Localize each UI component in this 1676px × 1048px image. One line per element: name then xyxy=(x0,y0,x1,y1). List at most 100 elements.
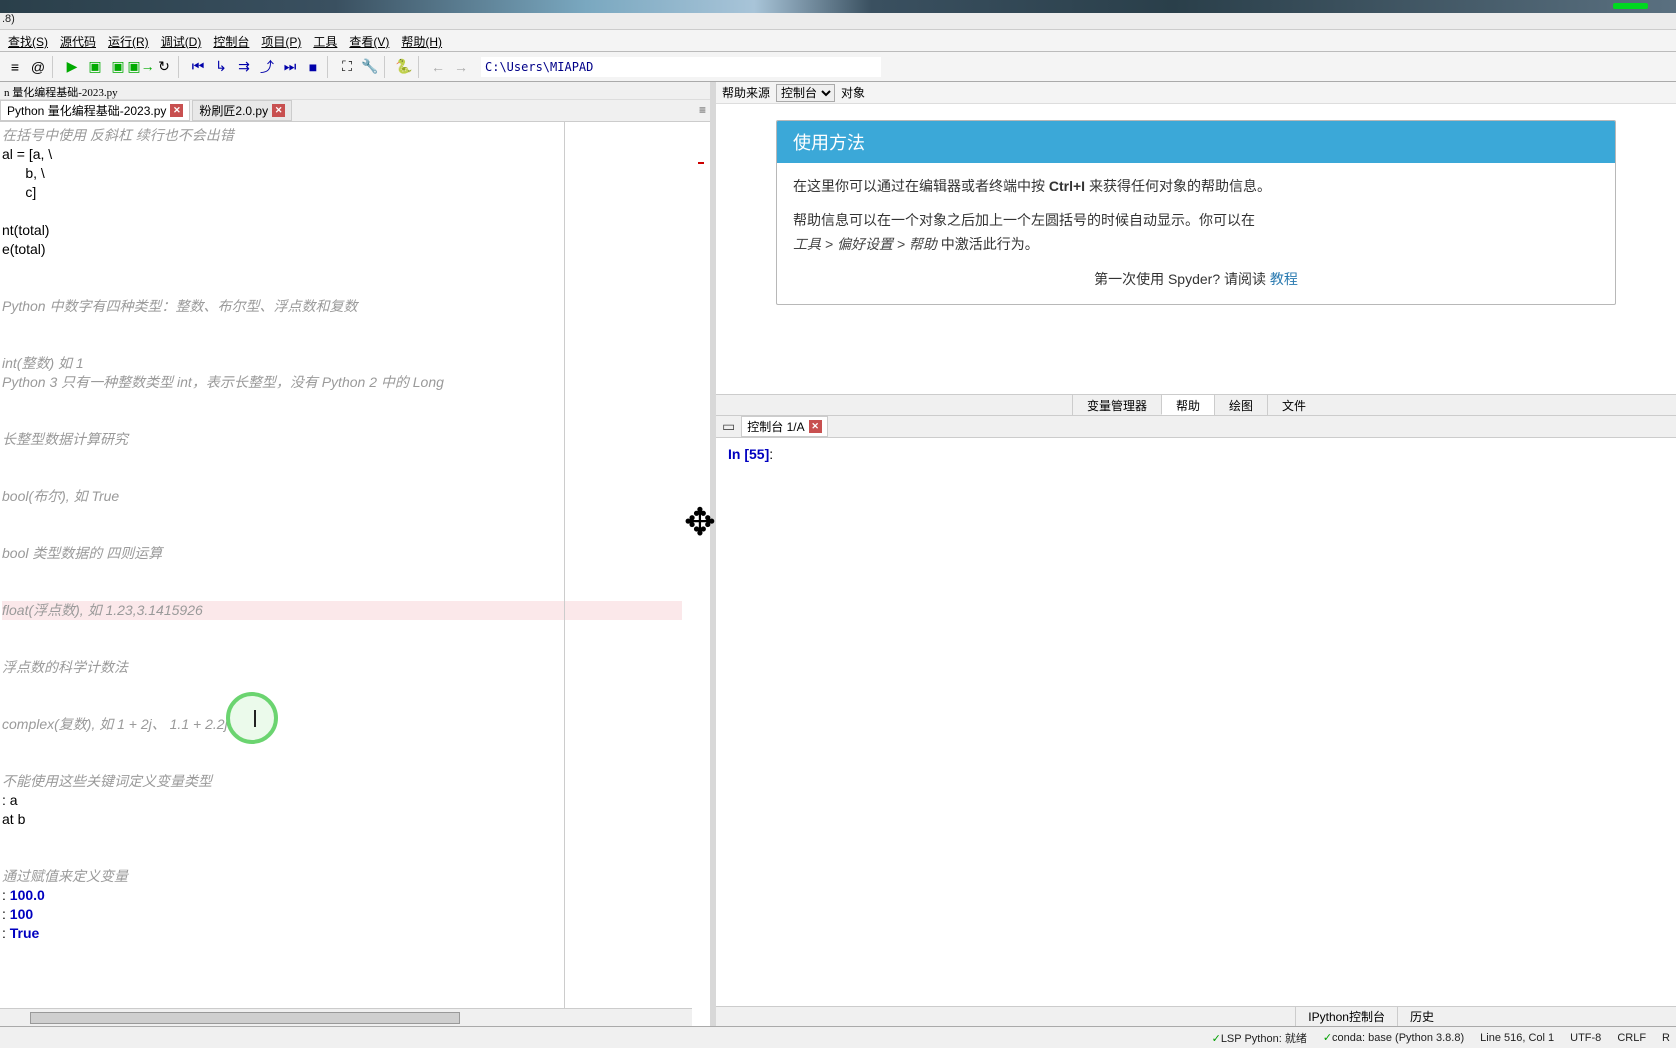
code-line xyxy=(2,753,708,772)
new-console-icon[interactable]: ▭ xyxy=(722,418,735,435)
progress-indicator xyxy=(1613,3,1648,9)
maximize-icon[interactable]: ⛶ xyxy=(336,56,358,78)
rerun-icon[interactable]: ↻ xyxy=(153,56,175,78)
window-chrome-top xyxy=(0,0,1676,13)
run-file-icon[interactable]: ▶ xyxy=(61,56,83,78)
code-line xyxy=(2,563,708,582)
help-pane-tab[interactable]: 帮助 xyxy=(1161,395,1214,415)
status-eol: CRLF xyxy=(1617,1032,1646,1044)
editor-edge-guide xyxy=(564,122,568,1026)
help-card-title: 使用方法 xyxy=(777,121,1615,163)
code-line xyxy=(2,259,708,278)
editor-tab-active[interactable]: Python 量化编程基础-2023.py ✕ xyxy=(0,100,190,121)
debug-continue-icon[interactable]: ⏭ xyxy=(279,56,301,78)
status-conda: ✓conda: base (Python 3.8.8) xyxy=(1323,1031,1464,1044)
editor-tab-label: 粉刷匠2.0.py xyxy=(199,102,268,119)
horizontal-scrollbar[interactable] xyxy=(0,1008,692,1026)
close-icon[interactable]: ✕ xyxy=(809,420,822,433)
code-line xyxy=(2,335,708,354)
code-line: 不能使用这些关键词定义变量类型 xyxy=(2,772,708,791)
code-line: : 100.0 xyxy=(2,886,708,905)
help-pane-tab[interactable]: 文件 xyxy=(1267,395,1320,415)
code-line xyxy=(2,848,708,867)
help-source-label: 帮助来源 xyxy=(722,84,770,101)
scrollbar-thumb[interactable] xyxy=(30,1012,460,1024)
tabs-menu-icon[interactable]: ≡ xyxy=(699,103,706,117)
console-tab[interactable]: 控制台 1/A ✕ xyxy=(741,416,827,437)
menu-item[interactable]: 运行(R) xyxy=(102,30,155,51)
right-pane: 帮助来源 控制台 对象 使用方法 在这里你可以通过在编辑器或者终端中按 Ctrl… xyxy=(716,82,1676,1026)
code-line: 浮点数的科学计数法 xyxy=(2,658,708,677)
help-pane-tab[interactable]: 绘图 xyxy=(1214,395,1267,415)
run-current-cell-icon[interactable]: ▣ xyxy=(84,56,106,78)
help-object-label: 对象 xyxy=(841,84,865,101)
breadcrumb: n 量化编程基础-2023.py xyxy=(0,82,710,100)
code-line: 通过赋值来定义变量 xyxy=(2,867,708,886)
run-selection-icon[interactable]: ▣→ xyxy=(130,56,152,78)
menu-item[interactable]: 项目(P) xyxy=(255,30,307,51)
code-line: complex(复数), 如 1 + 2j、 1.1 + 2.2j xyxy=(2,715,708,734)
menu-item[interactable]: 查找(S) xyxy=(2,30,54,51)
status-lsp: ✓LSP Python: 就绪 xyxy=(1212,1030,1307,1046)
console-tabs: ▭ 控制台 1/A ✕ xyxy=(716,416,1676,438)
close-icon[interactable]: ✕ xyxy=(170,104,183,117)
menu-item[interactable]: 帮助(H) xyxy=(395,30,448,51)
code-line: : a xyxy=(2,791,708,810)
close-icon[interactable]: ✕ xyxy=(272,104,285,117)
working-dir-input[interactable] xyxy=(481,57,881,77)
code-line xyxy=(2,620,708,639)
help-source-select[interactable]: 控制台 xyxy=(776,84,835,102)
outline-icon[interactable]: ≡ xyxy=(4,56,26,78)
editor-tabs: Python 量化编程基础-2023.py ✕ 粉刷匠2.0.py ✕ ≡ xyxy=(0,100,710,122)
editor-error-marker xyxy=(698,162,704,164)
code-line xyxy=(2,639,708,658)
code-line: e(total) xyxy=(2,240,708,259)
code-line xyxy=(2,278,708,297)
status-bar: ✓LSP Python: 就绪 ✓conda: base (Python 3.8… xyxy=(0,1026,1676,1048)
debug-step-over-icon[interactable]: ⇉ xyxy=(233,56,255,78)
code-line xyxy=(2,696,708,715)
menu-item[interactable]: 查看(V) xyxy=(343,30,395,51)
code-line xyxy=(2,506,708,525)
code-line: b, \ xyxy=(2,164,708,183)
code-line: nt(total) xyxy=(2,221,708,240)
menu-bar: 查找(S)源代码运行(R)调试(D)控制台项目(P)工具查看(V)帮助(H) xyxy=(0,30,1676,52)
python-path-icon[interactable]: 🐍 xyxy=(393,56,415,78)
menu-item[interactable]: 控制台 xyxy=(207,30,255,51)
debug-step-into-icon[interactable]: ↳ xyxy=(210,56,232,78)
code-line xyxy=(2,392,708,411)
forward-icon[interactable]: → xyxy=(450,56,472,78)
console-prompt: In [55]: xyxy=(728,446,1664,462)
settings-icon[interactable]: 🔧 xyxy=(359,56,381,78)
debug-stop-icon[interactable]: ■ xyxy=(302,56,324,78)
menu-item[interactable]: 调试(D) xyxy=(155,30,208,51)
menu-item[interactable]: 源代码 xyxy=(54,30,102,51)
code-line xyxy=(2,829,708,848)
ipython-console[interactable]: In [55]: xyxy=(716,438,1676,1006)
help-pane-tab[interactable]: 变量管理器 xyxy=(1072,395,1161,415)
code-editor[interactable]: 在括号中使用 反斜杠 续行也不会出错al = [a, \ b, \ c] nt(… xyxy=(0,122,710,1026)
run-cell-advance-icon[interactable]: ▣ xyxy=(107,56,129,78)
editor-tab[interactable]: 粉刷匠2.0.py ✕ xyxy=(192,100,292,121)
code-line: c] xyxy=(2,183,708,202)
code-line xyxy=(2,202,708,221)
status-rw: R xyxy=(1662,1032,1670,1044)
console-pane-tab[interactable]: IPython控制台 xyxy=(1295,1007,1397,1026)
code-line: al = [a, \ xyxy=(2,145,708,164)
code-line: 长整型数据计算研究 xyxy=(2,430,708,449)
editor-pane: n 量化编程基础-2023.py Python 量化编程基础-2023.py ✕… xyxy=(0,82,710,1026)
code-line: bool(布尔), 如 True xyxy=(2,487,708,506)
menu-item[interactable]: 工具 xyxy=(307,30,343,51)
debug-first-icon[interactable]: ⏮ xyxy=(187,56,209,78)
title-text: .8) xyxy=(0,13,1676,30)
at-icon[interactable]: @ xyxy=(27,56,49,78)
console-pane-tab[interactable]: 历史 xyxy=(1397,1007,1446,1026)
debug-step-out-icon[interactable]: ⤴ xyxy=(256,56,278,78)
code-line xyxy=(2,468,708,487)
code-line: 在括号中使用 反斜杠 续行也不会出错 xyxy=(2,126,708,145)
editor-tab-label: Python 量化编程基础-2023.py xyxy=(7,102,166,119)
tutorial-link[interactable]: 教程 xyxy=(1270,271,1298,287)
text-caret xyxy=(254,710,256,727)
back-icon[interactable]: ← xyxy=(427,56,449,78)
code-line: float(浮点数), 如 1.23,3.1415926 xyxy=(2,601,682,620)
